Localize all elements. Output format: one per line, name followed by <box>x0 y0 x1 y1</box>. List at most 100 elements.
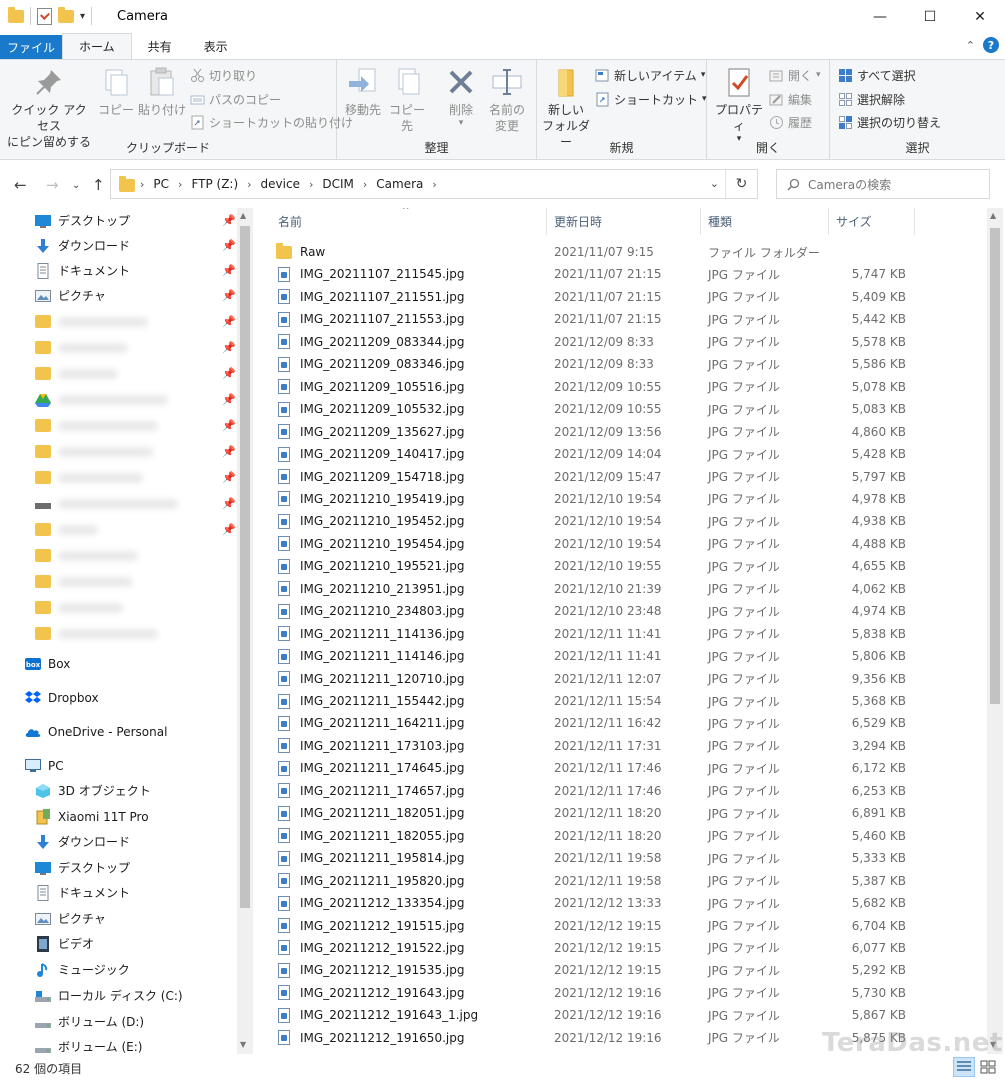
search-input[interactable]: Cameraの検索 <box>776 169 990 199</box>
pin-icon[interactable]: 📌 <box>222 471 236 484</box>
table-row[interactable]: IMG_20211209_135627.jpg 2021/12/09 13:56 J… <box>274 421 974 443</box>
breadcrumb-separator[interactable]: › <box>242 178 256 191</box>
pin-quick-access-button[interactable]: クイック アクセス にピン留めする <box>6 66 92 150</box>
nav-item-pc[interactable]: PC <box>0 753 237 778</box>
nav-item-downloads-pc[interactable]: ダウンロード <box>0 829 237 854</box>
nav-item-dropbox[interactable]: Dropbox <box>0 685 237 710</box>
nav-item-hidden[interactable]: 📌 <box>0 335 237 360</box>
breadcrumb-pc[interactable]: PC <box>149 177 173 191</box>
breadcrumb-separator[interactable]: › <box>135 178 149 191</box>
nav-item-hidden[interactable]: 📌 <box>0 413 237 438</box>
minimize-button[interactable]: — <box>855 0 905 33</box>
column-size[interactable]: サイズ <box>836 213 872 230</box>
paste-button[interactable]: 貼り付け <box>138 66 186 118</box>
move-to-button[interactable]: 移動先 <box>343 66 383 118</box>
edit-button[interactable]: 編集 <box>769 88 812 110</box>
table-row[interactable]: IMG_20211210_195521.jpg 2021/12/10 19:55 J… <box>274 555 974 577</box>
breadcrumb-separator[interactable]: › <box>173 178 187 191</box>
table-row[interactable]: IMG_20211209_154718.jpg 2021/12/09 15:47 J… <box>274 466 974 488</box>
nav-item-pictures-pc[interactable]: ピクチャ <box>0 906 237 931</box>
table-row[interactable]: IMG_20211210_195454.jpg 2021/12/10 19:54 J… <box>274 533 974 555</box>
column-divider[interactable] <box>700 208 701 235</box>
content-scrollbar[interactable]: ▲ ▼ <box>987 208 1003 1054</box>
scroll-up-icon[interactable]: ▲ <box>240 211 246 220</box>
tab-share[interactable]: 共有 <box>132 33 188 59</box>
pin-icon[interactable]: 📌 <box>222 497 236 510</box>
copy-path-button[interactable]: パスのコピー <box>190 88 281 110</box>
table-row[interactable]: IMG_20211211_195820.jpg 2021/12/11 19:58 J… <box>274 870 974 892</box>
navigation-pane[interactable]: デスクトップ 📌 ダウンロード 📌 ドキュメント 📌 ピクチャ 📌 📌 📌 📌 … <box>0 208 253 1054</box>
pin-icon[interactable]: 📌 <box>222 445 236 458</box>
table-row[interactable]: IMG_20211212_191515.jpg 2021/12/12 19:15 J… <box>274 915 974 937</box>
table-row[interactable]: IMG_20211211_182051.jpg 2021/12/11 18:20 J… <box>274 802 974 824</box>
table-row[interactable]: IMG_20211211_174645.jpg 2021/12/11 17:46 J… <box>274 757 974 779</box>
table-row[interactable]: IMG_20211107_211551.jpg 2021/11/07 21:15 J… <box>274 286 974 308</box>
table-row[interactable]: IMG_20211211_164211.jpg 2021/12/11 16:42 J… <box>274 712 974 734</box>
pin-icon[interactable]: 📌 <box>222 393 236 406</box>
nav-item-desktop-pc[interactable]: デスクトップ <box>0 855 237 880</box>
maximize-button[interactable]: ☐ <box>905 0 955 33</box>
scroll-down-icon[interactable]: ▼ <box>240 1040 246 1049</box>
column-type[interactable]: 種類 <box>708 213 732 230</box>
table-row[interactable]: IMG_20211210_195419.jpg 2021/12/10 19:54 J… <box>274 488 974 510</box>
select-all-button[interactable]: すべて選択 <box>838 64 916 86</box>
table-row[interactable]: Raw 2021/11/07 9:15 ファイル フォルダー <box>274 241 974 263</box>
pin-icon[interactable]: 📌 <box>222 419 236 432</box>
nav-item-hidden[interactable]: 📌 <box>0 361 237 386</box>
table-row[interactable]: IMG_20211211_120710.jpg 2021/12/11 12:07 J… <box>274 668 974 690</box>
nav-item-3d-objects[interactable]: 3D オブジェクト <box>0 778 237 803</box>
table-row[interactable]: IMG_20211209_083344.jpg 2021/12/09 8:33 JP… <box>274 331 974 353</box>
table-row[interactable]: IMG_20211212_133354.jpg 2021/12/12 13:33 J… <box>274 892 974 914</box>
easy-access-button[interactable]: ショートカット ▾ <box>595 88 707 110</box>
forward-arrow-icon[interactable]: → <box>46 176 59 194</box>
new-item-button[interactable]: 新しいアイテム ▾ <box>595 64 705 86</box>
table-row[interactable]: IMG_20211212_191643.jpg 2021/12/12 19:16 J… <box>274 982 974 1004</box>
nav-item-documents[interactable]: ドキュメント 📌 <box>0 258 237 283</box>
nav-item-downloads[interactable]: ダウンロード 📌 <box>0 233 237 258</box>
up-arrow-icon[interactable]: ↑ <box>92 176 105 194</box>
table-row[interactable]: IMG_20211211_174657.jpg 2021/12/11 17:46 J… <box>274 780 974 802</box>
nav-item-hidden[interactable]: 📌 <box>0 387 237 412</box>
column-date[interactable]: 更新日時 <box>554 213 602 230</box>
breadcrumb-device[interactable]: device <box>257 177 304 191</box>
copy-button[interactable]: コピー <box>96 66 136 118</box>
table-row[interactable]: IMG_20211211_114136.jpg 2021/12/11 11:41 J… <box>274 623 974 645</box>
nav-item-hidden[interactable] <box>0 543 237 568</box>
copy-to-button[interactable]: コピー先 <box>387 66 427 134</box>
open-button[interactable]: 開く ▾ <box>769 64 821 86</box>
column-name[interactable]: 名前 <box>278 213 302 230</box>
nav-item-desktop[interactable]: デスクトップ 📌 <box>0 208 237 233</box>
pin-icon[interactable]: 📌 <box>222 523 236 536</box>
breadcrumb-separator[interactable]: › <box>358 178 372 191</box>
nav-item-volume-e[interactable]: ボリューム (E:) <box>0 1034 237 1054</box>
table-row[interactable]: IMG_20211107_211545.jpg 2021/11/07 21:15 J… <box>274 263 974 285</box>
scroll-up-icon[interactable]: ▲ <box>990 211 996 220</box>
breadcrumb-ftp[interactable]: FTP (Z:) <box>187 177 242 191</box>
pin-icon[interactable]: 📌 <box>222 239 236 252</box>
table-row[interactable]: IMG_20211212_191643_1.jpg 2021/12/12 19:1… <box>274 1004 974 1026</box>
breadcrumb-separator[interactable]: › <box>304 178 318 191</box>
nav-item-hidden[interactable] <box>0 569 237 594</box>
new-folder-icon[interactable] <box>58 6 74 23</box>
nav-item-hidden[interactable]: 📌 <box>0 517 237 542</box>
address-dropdown-icon[interactable]: ⌄ <box>710 177 719 190</box>
recent-locations-icon[interactable]: ⌄ <box>72 180 80 191</box>
table-row[interactable]: IMG_20211210_234803.jpg 2021/12/10 23:48 J… <box>274 600 974 622</box>
file-list[interactable]: ^ 名前 更新日時 種類 サイズ Raw 2021/11/07 9:15 ファイル … <box>262 208 987 1054</box>
cut-button[interactable]: 切り取り <box>190 64 257 86</box>
breadcrumb-dcim[interactable]: DCIM <box>318 177 358 191</box>
tab-view[interactable]: 表示 <box>188 33 244 59</box>
table-row[interactable]: IMG_20211107_211553.jpg 2021/11/07 21:15 J… <box>274 308 974 330</box>
nav-item-box[interactable]: box Box <box>0 651 237 676</box>
column-divider[interactable] <box>914 208 915 235</box>
nav-item-videos[interactable]: ビデオ <box>0 931 237 956</box>
nav-scrollbar[interactable]: ▲ ▼ <box>237 208 253 1054</box>
table-row[interactable]: IMG_20211211_195814.jpg 2021/12/11 19:58 J… <box>274 847 974 869</box>
properties-button[interactable]: プロパティ ▾ <box>711 66 767 144</box>
table-row[interactable]: IMG_20211211_173103.jpg 2021/12/11 17:31 J… <box>274 735 974 757</box>
nav-scroll-thumb[interactable] <box>240 226 250 908</box>
help-icon[interactable]: ? <box>983 37 999 53</box>
table-row[interactable]: IMG_20211209_105532.jpg 2021/12/09 10:55 J… <box>274 398 974 420</box>
table-row[interactable]: IMG_20211210_213951.jpg 2021/12/10 21:39 J… <box>274 578 974 600</box>
close-button[interactable]: ✕ <box>955 0 1005 33</box>
